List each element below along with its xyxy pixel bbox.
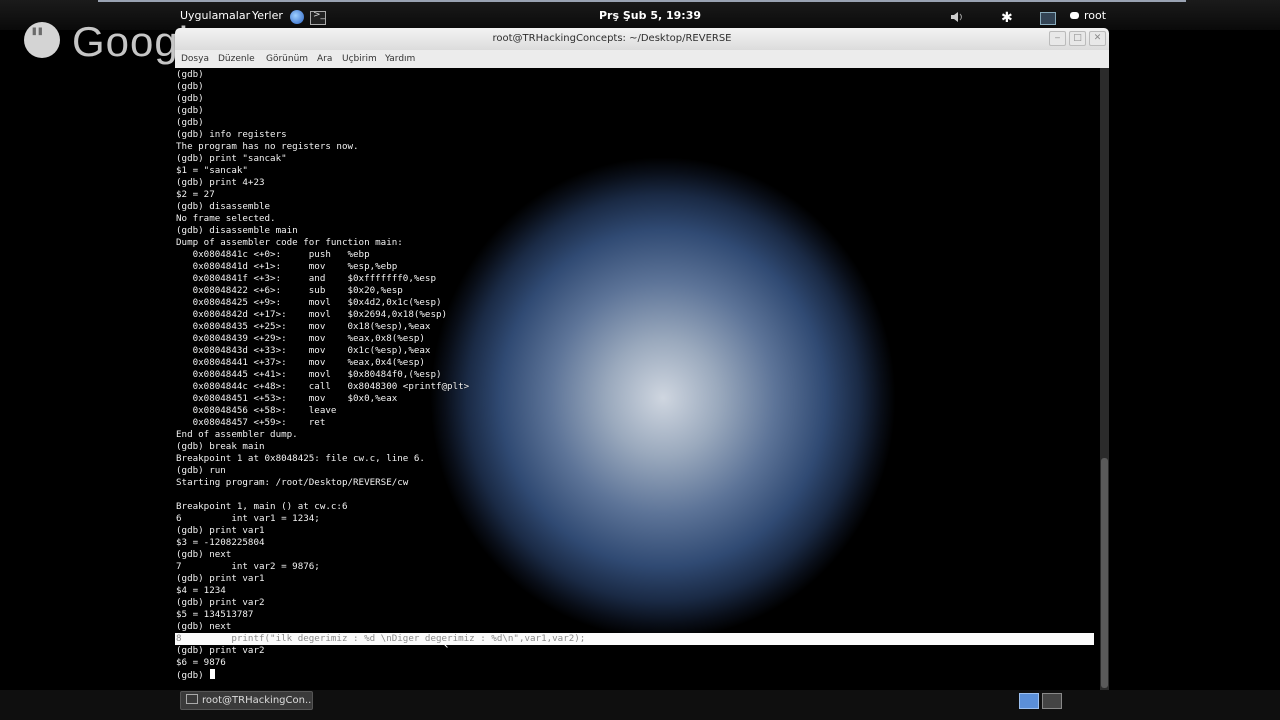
window-titlebar[interactable]: root@TRHackingConcepts: ~/Desktop/REVERS… — [175, 28, 1109, 50]
terminal-line: Breakpoint 1 at 0x8048425: file cw.c, li… — [176, 453, 425, 464]
terminal-line: 0x08048422 <+6>: sub $0x20,%esp — [176, 285, 403, 296]
terminal-line: (gdb) print "sancak" — [176, 153, 287, 164]
terminal-line: The program has no registers now. — [176, 141, 359, 152]
taskbar-terminal-item[interactable]: root@TRHackingCon... — [180, 691, 313, 710]
terminal-window[interactable]: root@TRHackingConcepts: ~/Desktop/REVERS… — [175, 28, 1109, 692]
terminal-line: 0x0804842d <+17>: movl $0x2694,0x18(%esp… — [176, 309, 448, 320]
terminal-line: (gdb) — [176, 669, 1094, 681]
terminal-line: $6 = 9876 — [176, 657, 226, 668]
bluetooth-icon[interactable]: ✱ — [1001, 10, 1013, 26]
terminal-line: 8 printf("ilk degerimiz : %d \nDiger deg… — [175, 633, 1094, 645]
bottom-panel: root@TRHackingCon... — [0, 690, 1280, 720]
menu-search[interactable]: Ara — [317, 54, 332, 65]
terminal-line: 0x08048435 <+25>: mov 0x18(%esp),%eax — [176, 321, 431, 332]
terminal-line: Starting program: /root/Desktop/REVERSE/… — [176, 477, 409, 488]
terminal-line: (gdb) print 4+23 — [176, 177, 265, 188]
terminal-line: (gdb) print var2 — [176, 645, 265, 656]
terminal-line: 0x08048451 <+53>: mov $0x0,%eax — [176, 393, 398, 404]
terminal-line: 0x08048457 <+59>: ret — [176, 417, 326, 428]
terminal-line: End of assembler dump. — [176, 429, 298, 440]
clock[interactable]: Prş Şub 5, 19:39 — [599, 9, 701, 23]
network-icon[interactable] — [1040, 12, 1056, 25]
close-button[interactable]: ✕ — [1089, 31, 1106, 46]
terminal-output: (gdb) (gdb) (gdb) (gdb) (gdb) (gdb) info regi… — [175, 69, 1094, 681]
terminal-line: (gdb) next — [176, 621, 232, 632]
terminal-line: 0x08048445 <+41>: movl $0x80484f0,(%esp) — [176, 369, 442, 380]
user-name: root — [1084, 9, 1107, 22]
terminal-line: (gdb) — [176, 117, 204, 128]
terminal-line: 0x0804841c <+0>: push %ebp — [176, 249, 370, 260]
user-menu[interactable]: root — [1070, 9, 1106, 23]
terminal-scrollbar[interactable] — [1100, 68, 1109, 692]
menu-edit[interactable]: Düzenle — [218, 54, 255, 65]
terminal-line: $1 = "sancak" — [176, 165, 248, 176]
text-cursor — [210, 669, 216, 679]
volume-icon[interactable] — [951, 12, 965, 22]
taskbar-item-label: root@TRHackingCon... — [202, 695, 313, 706]
terminal-line: (gdb) next — [176, 549, 232, 560]
menu-view[interactable]: Görünüm — [266, 54, 308, 65]
chat-icon — [1070, 12, 1079, 19]
terminal-line: 6 int var1 = 1234; — [176, 513, 320, 524]
minimize-button[interactable]: ‒ — [1049, 31, 1066, 46]
terminal-line: (gdb) — [176, 81, 204, 92]
terminal-line: (gdb) run — [176, 465, 226, 476]
terminal-line: No frame selected. — [176, 213, 276, 224]
window-title: root@TRHackingConcepts: ~/Desktop/REVERS… — [492, 33, 732, 44]
terminal-line: (gdb) — [176, 105, 204, 116]
menubar: Dosya Düzenle Görünüm Ara Uçbirim Yardım — [175, 50, 1109, 68]
terminal-line: (gdb) disassemble main — [176, 225, 298, 236]
terminal-line: 7 int var2 = 9876; — [176, 561, 320, 572]
terminal-line: 0x0804841d <+1>: mov %esp,%ebp — [176, 261, 398, 272]
terminal-line: (gdb) — [176, 93, 204, 104]
terminal-line: (gdb) — [176, 69, 204, 80]
terminal-line: 0x08048425 <+9>: movl $0x4d2,0x1c(%esp) — [176, 297, 442, 308]
terminal-line: 0x0804843d <+33>: mov 0x1c(%esp),%eax — [176, 345, 431, 356]
panel-accent-bar — [98, 0, 1186, 2]
terminal-launcher-icon[interactable]: >_ — [310, 10, 326, 25]
menu-file[interactable]: Dosya — [181, 54, 209, 65]
terminal-icon — [186, 694, 198, 704]
terminal-line: (gdb) info registers — [176, 129, 287, 140]
terminal-line: (gdb) break main — [176, 441, 265, 452]
terminal-line: $5 = 134513787 — [176, 609, 254, 620]
terminal-line: Dump of assembler code for function main… — [176, 237, 403, 248]
terminal-line: 0x08048456 <+58>: leave — [176, 405, 337, 416]
maximize-button[interactable]: □ — [1069, 31, 1086, 46]
terminal-line: Breakpoint 1, main () at cw.c:6 — [176, 501, 348, 512]
hangouts-icon: " — [24, 22, 60, 58]
terminal-line: (gdb) disassemble — [176, 201, 271, 212]
terminal-line: 0x0804841f <+3>: and $0xfffffff0,%esp — [176, 273, 436, 284]
terminal-line: (gdb) print var2 — [176, 597, 265, 608]
terminal-line: (gdb) print var1 — [176, 573, 265, 584]
scrollbar-thumb[interactable] — [1101, 458, 1108, 688]
terminal-line: (gdb) print var1 — [176, 525, 265, 536]
mouse-pointer-icon: ↖ — [440, 638, 450, 651]
menu-help[interactable]: Yardım — [385, 54, 415, 65]
terminal-line: $2 = 27 — [176, 189, 215, 200]
menu-terminal[interactable]: Uçbirim — [342, 54, 377, 65]
terminal-line: 0x08048439 <+29>: mov %eax,0x8(%esp) — [176, 333, 425, 344]
workspace-switcher-1[interactable] — [1019, 693, 1039, 709]
places-menu[interactable]: Yerler — [252, 9, 283, 23]
terminal-line: $4 = 1234 — [176, 585, 226, 596]
terminal-area[interactable]: (gdb) (gdb) (gdb) (gdb) (gdb) (gdb) info regi… — [175, 68, 1100, 692]
terminal-line: 0x08048441 <+37>: mov %eax,0x4(%esp) — [176, 357, 425, 368]
terminal-line: $3 = -1208225804 — [176, 537, 265, 548]
workspace-switcher-2[interactable] — [1042, 693, 1062, 709]
terminal-line: 0x0804844c <+48>: call 0x8048300 <printf… — [176, 381, 470, 392]
web-browser-icon[interactable] — [290, 10, 304, 24]
